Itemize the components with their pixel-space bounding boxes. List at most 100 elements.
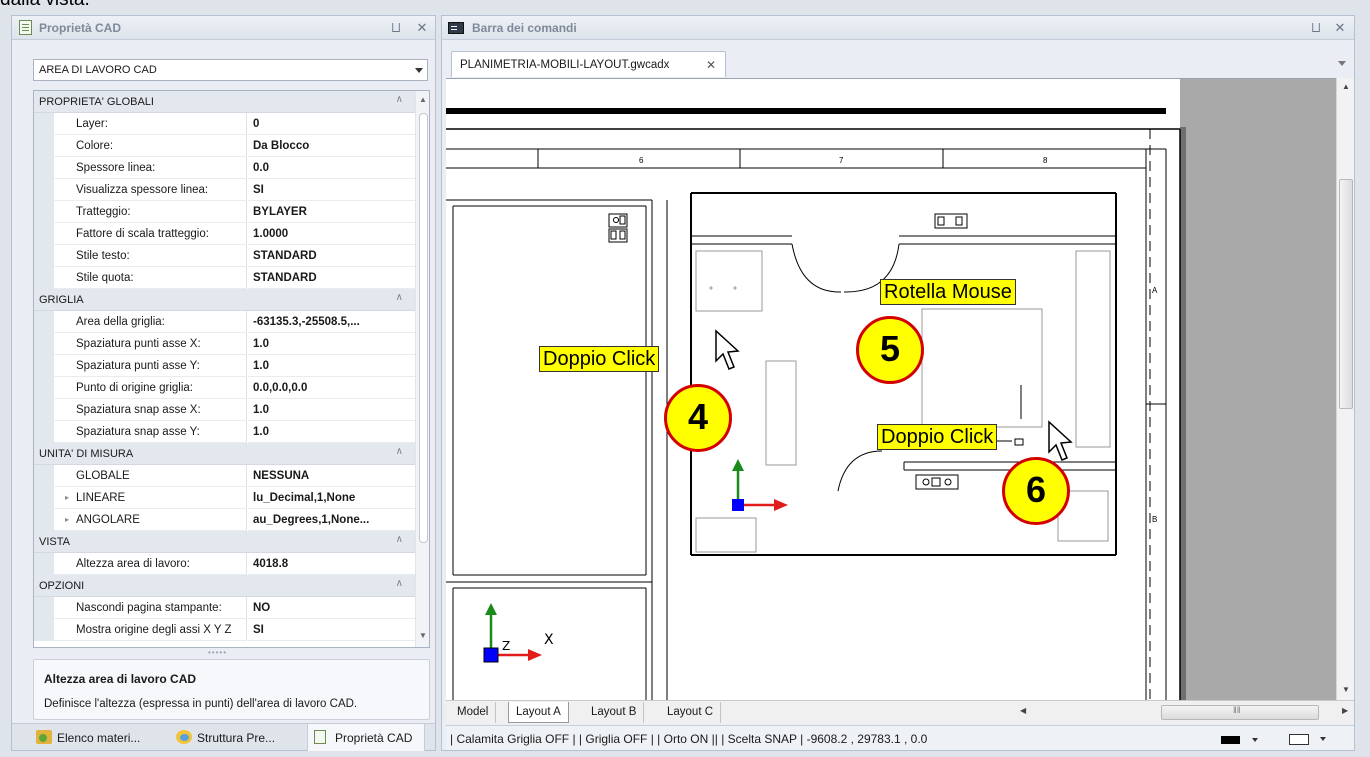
property-row-show-line-weight[interactable]: Visualizza spessore linea: SI bbox=[34, 179, 415, 201]
tab-list-chevron-icon[interactable] bbox=[1338, 61, 1346, 66]
splitter-grip[interactable]: ••••• bbox=[208, 648, 227, 657]
scroll-left-icon[interactable]: ◀ bbox=[1020, 706, 1026, 715]
property-value[interactable]: STANDARD bbox=[248, 267, 415, 289]
object-type-dropdown[interactable]: AREA DI LAVORO CAD bbox=[33, 59, 428, 81]
property-value[interactable]: SI bbox=[248, 179, 415, 201]
scroll-down-icon[interactable]: ▼ bbox=[1342, 685, 1350, 694]
tab-cad-properties[interactable]: Proprietà CAD bbox=[307, 724, 425, 751]
property-row-grid-area[interactable]: Area della griglia: -63135.3,-25508.5,... bbox=[34, 311, 415, 333]
property-row-line-weight[interactable]: Spessore linea: 0.0 bbox=[34, 157, 415, 179]
property-value[interactable]: lu_Decimal,1,None bbox=[248, 487, 415, 509]
category-view[interactable]: VISTA ∧ bbox=[34, 531, 415, 553]
property-row-hatch[interactable]: Tratteggio: BYLAYER bbox=[34, 201, 415, 223]
property-row-text-style[interactable]: Stile testo: STANDARD bbox=[34, 245, 415, 267]
description-text: Definisce l'altezza (espressa in punti) … bbox=[44, 698, 358, 710]
pin-icon[interactable]: ⨆ bbox=[1310, 21, 1322, 35]
property-value[interactable]: au_Degrees,1,None... bbox=[248, 509, 415, 531]
tab-model[interactable]: Model bbox=[450, 702, 497, 723]
close-icon[interactable]: ✕ bbox=[415, 21, 429, 35]
property-value[interactable]: -63135.3,-25508.5,... bbox=[248, 311, 415, 333]
property-value[interactable]: 4018.8 bbox=[248, 553, 415, 575]
tab-layout-a[interactable]: Layout A bbox=[508, 702, 569, 723]
ruler-number-7: 7 bbox=[839, 156, 844, 165]
property-row-snap-x[interactable]: Spaziatura snap asse X: 1.0 bbox=[34, 399, 415, 421]
side-label-a: A bbox=[1152, 286, 1158, 295]
pin-icon[interactable]: ⨆ bbox=[390, 21, 402, 35]
property-name: Colore: bbox=[54, 135, 247, 157]
property-row-workarea-height[interactable]: Altezza area di lavoro: 4018.8 bbox=[34, 553, 415, 575]
property-value[interactable]: SI bbox=[248, 619, 415, 641]
cad-drawing-canvas[interactable]: 6 7 8 A B Z X Rotella Mouse Doppio Click… bbox=[446, 78, 1336, 700]
property-description-box: Altezza area di lavoro CAD Definisce l'a… bbox=[33, 659, 430, 720]
property-value[interactable]: STANDARD bbox=[248, 245, 415, 267]
property-row-snap-y[interactable]: Spaziatura snap asse Y: 1.0 bbox=[34, 421, 415, 443]
scrollbar-thumb[interactable] bbox=[1339, 179, 1353, 409]
tab-structure[interactable]: Struttura Pre... bbox=[170, 724, 296, 751]
collapse-icon[interactable]: ∧ bbox=[396, 534, 403, 545]
scroll-up-icon[interactable]: ▲ bbox=[1342, 82, 1350, 91]
scroll-up-icon[interactable]: ▲ bbox=[419, 95, 427, 104]
document-tab[interactable]: PLANIMETRIA-MOBILI-LAYOUT.gwcadx ✕ bbox=[451, 51, 726, 77]
category-grid[interactable]: GRIGLIA ∧ bbox=[34, 289, 415, 311]
canvas-vertical-scrollbar[interactable]: ▲ ▼ bbox=[1336, 78, 1354, 700]
line-style-dropdown[interactable] bbox=[1284, 730, 1338, 748]
property-row-global-unit[interactable]: GLOBALE NESSUNA bbox=[34, 465, 415, 487]
category-options[interactable]: OPZIONI ∧ bbox=[34, 575, 415, 597]
collapse-icon[interactable]: ∧ bbox=[396, 578, 403, 589]
tab-layout-c[interactable]: Layout C bbox=[660, 702, 722, 723]
property-value[interactable]: 0.0 bbox=[248, 157, 415, 179]
property-row-grid-origin[interactable]: Punto di origine griglia: 0.0,0.0,0.0 bbox=[34, 377, 415, 399]
property-value[interactable]: 0.0,0.0,0.0 bbox=[248, 377, 415, 399]
property-name: Layer: bbox=[54, 113, 247, 135]
property-row-hatch-scale[interactable]: Fattore di scala tratteggio: 1.0000 bbox=[34, 223, 415, 245]
property-row-color[interactable]: Colore: Da Blocco bbox=[34, 135, 415, 157]
property-value[interactable]: 1.0 bbox=[248, 333, 415, 355]
category-units[interactable]: UNITA' DI MISURA ∧ bbox=[34, 443, 415, 465]
scroll-down-icon[interactable]: ▼ bbox=[419, 631, 427, 640]
collapse-icon[interactable]: ∧ bbox=[396, 446, 403, 457]
tab-materials-list[interactable]: Elenco materi... bbox=[30, 724, 160, 751]
clipped-instruction-text: dalla vista. bbox=[0, 0, 90, 11]
property-value[interactable]: 1.0 bbox=[248, 399, 415, 421]
close-icon[interactable]: ✕ bbox=[1333, 21, 1347, 35]
close-tab-icon[interactable]: ✕ bbox=[706, 58, 716, 72]
property-name: Spaziatura snap asse X: bbox=[54, 399, 247, 421]
color-swatch bbox=[1221, 736, 1240, 744]
property-row-grid-spacing-y[interactable]: Spaziatura punti asse Y: 1.0 bbox=[34, 355, 415, 377]
property-value[interactable]: 0 bbox=[248, 113, 415, 135]
sheet-top-border bbox=[446, 108, 1166, 114]
property-row-dim-style[interactable]: Stile quota: STANDARD bbox=[34, 267, 415, 289]
materials-folder-icon bbox=[36, 730, 52, 744]
category-label: PROPRIETA' GLOBALI bbox=[39, 96, 154, 108]
tab-layout-b[interactable]: Layout B bbox=[584, 702, 645, 723]
property-row-hide-print-page[interactable]: Nascondi pagina stampante: NO bbox=[34, 597, 415, 619]
property-name: Punto di origine griglia: bbox=[54, 377, 247, 399]
scroll-right-icon[interactable]: ▶ bbox=[1342, 706, 1348, 715]
property-value[interactable]: 1.0 bbox=[248, 355, 415, 377]
annotation-double-click-2: Doppio Click bbox=[877, 424, 998, 450]
property-value[interactable]: NO bbox=[248, 597, 415, 619]
command-bar-icon bbox=[448, 22, 464, 34]
floor-plan-drawing[interactable]: 6 7 8 A B Z X bbox=[446, 79, 1336, 700]
property-value[interactable]: BYLAYER bbox=[248, 201, 415, 223]
collapse-icon[interactable]: ∧ bbox=[396, 292, 403, 303]
scrollbar-thumb[interactable] bbox=[419, 113, 428, 543]
property-value[interactable]: NESSUNA bbox=[248, 465, 415, 487]
property-value[interactable]: Da Blocco bbox=[248, 135, 415, 157]
category-global-properties[interactable]: PROPRIETA' GLOBALI ∧ bbox=[34, 91, 415, 113]
collapse-icon[interactable]: ∧ bbox=[396, 94, 403, 105]
property-value[interactable]: 1.0000 bbox=[248, 223, 415, 245]
property-row-layer[interactable]: Layer: 0 bbox=[34, 113, 415, 135]
step-marker-4: 4 bbox=[664, 384, 732, 452]
command-bar-panel: Barra dei comandi ⨆ ✕ PLANIMETRIA-MOBILI… bbox=[441, 15, 1355, 751]
property-value[interactable]: 1.0 bbox=[248, 421, 415, 443]
color-dropdown[interactable] bbox=[1215, 730, 1269, 748]
status-text[interactable]: | Calamita Griglia OFF | | Griglia OFF |… bbox=[450, 732, 927, 746]
canvas-horizontal-scrollbar[interactable]: ◀ ‖‖ ▶ bbox=[1012, 702, 1352, 723]
property-row-angular-unit[interactable]: ▸ ANGOLARE au_Degrees,1,None... bbox=[34, 509, 415, 531]
property-grid-scrollbar[interactable]: ▲ ▼ bbox=[415, 91, 429, 647]
property-row-linear-unit[interactable]: ▸ LINEARE lu_Decimal,1,None bbox=[34, 487, 415, 509]
property-row-show-axes-origin[interactable]: Mostra origine degli assi X Y Z SI bbox=[34, 619, 415, 641]
chevron-down-icon bbox=[415, 68, 423, 73]
property-row-grid-spacing-x[interactable]: Spaziatura punti asse X: 1.0 bbox=[34, 333, 415, 355]
